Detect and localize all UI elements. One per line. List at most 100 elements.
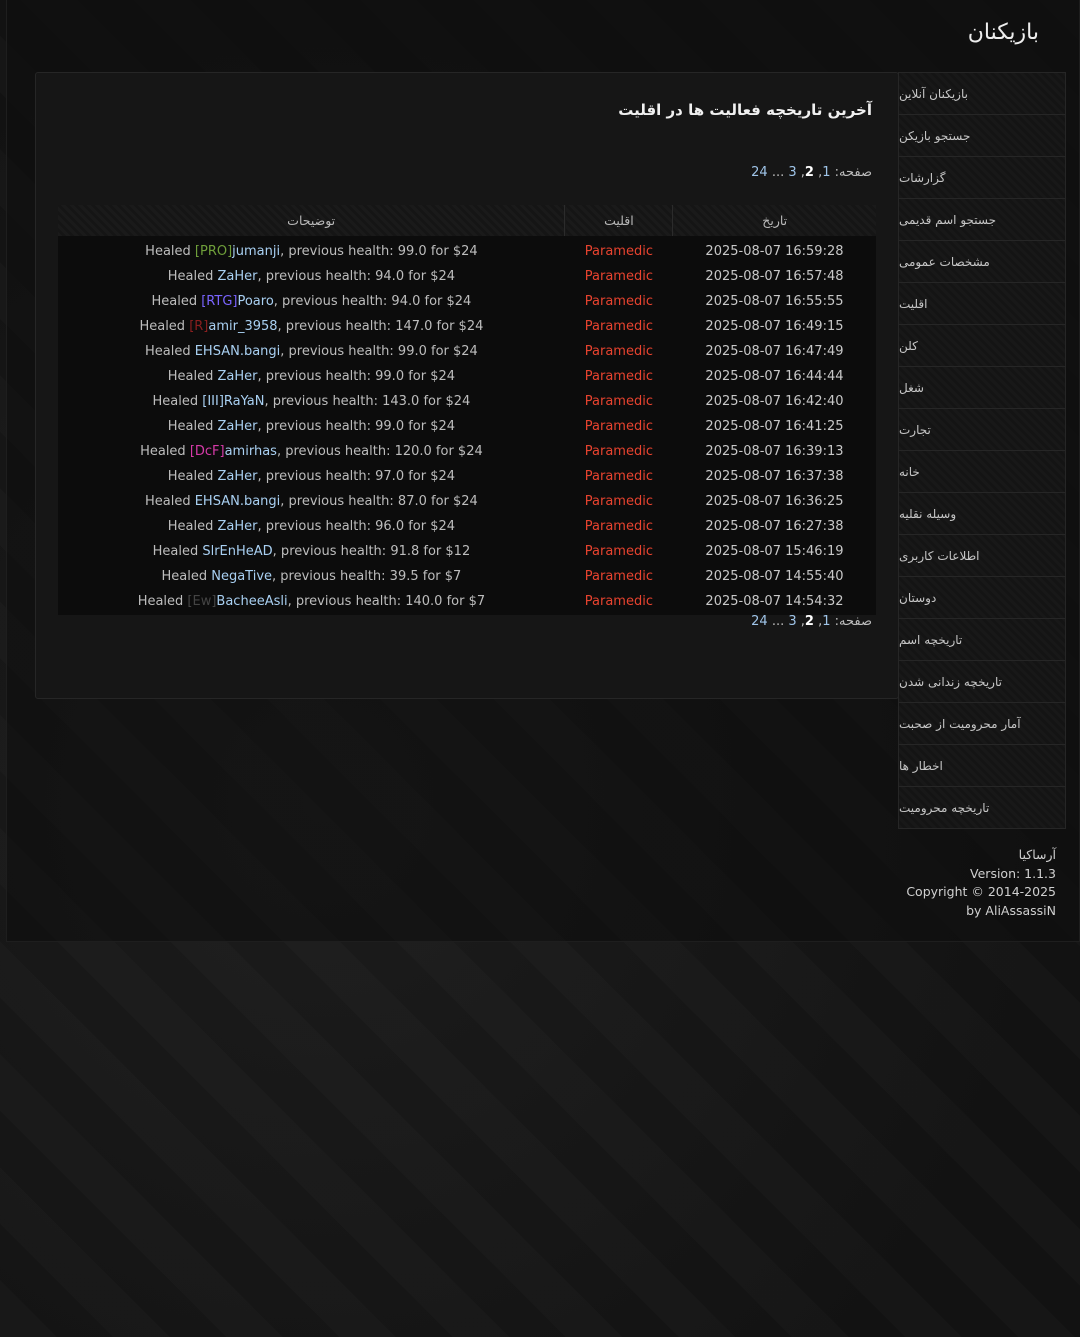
sidebar-item-13[interactable]: دوستان [899,577,1065,619]
row-description: Healed ZaHer, previous health: 94.0 for … [58,264,565,289]
description-prefix: Healed [137,594,188,609]
description-prefix: Healed [161,569,212,584]
player-name-link[interactable]: amir_3958 [208,319,277,334]
row-date: 2025-08-07 16:44:44 [705,369,844,384]
player-name-link[interactable]: ZaHer [218,369,258,384]
sidebar-item-11[interactable]: وسیله نقلیه [899,493,1065,535]
description-prefix: Healed [139,319,190,334]
row-date: 2025-08-07 16:27:38 [705,519,844,534]
row-description: Healed [PRO]jumanji, previous health: 99… [58,236,565,264]
sidebar-item-7[interactable]: کلن [899,325,1065,367]
player-name-link[interactable]: EHSAN.bangi [195,344,281,359]
sidebar-item-17[interactable]: اخطار ها [899,745,1065,787]
row-faction: Paramedic [584,519,653,534]
player-name-link[interactable]: EHSAN.bangi [195,494,281,509]
page-link-24[interactable]: 24 [751,614,768,629]
row-faction: Paramedic [584,294,653,309]
row-description: Healed ZaHer, previous health: 97.0 for … [58,464,565,489]
row-description: Healed EHSAN.bangi, previous health: 87.… [58,489,565,514]
row-date: 2025-08-07 16:55:55 [705,294,844,309]
sidebar-item-5[interactable]: مشخصات عمومی [899,241,1065,283]
row-description: Healed ZaHer, previous health: 99.0 for … [58,364,565,389]
player-tag: [R] [189,319,209,334]
player-tag: [DcF] [189,444,225,459]
page-link-24[interactable]: 24 [751,165,768,180]
description-rest: , previous health: 99.0 for $24 [280,344,478,359]
description-prefix: Healed [167,519,218,534]
header-description: توضیحات [58,205,566,236]
row-description: Healed [R]amir_3958, previous health: 14… [58,314,565,339]
player-tag: [Ew] [187,594,217,609]
description-rest: , previous health: 143.0 for $24 [264,394,471,409]
player-name-link[interactable]: ZaHer [218,269,258,284]
table-row: Healed ZaHer, previous health: 97.0 for … [58,464,876,489]
sidebar-item-1[interactable]: بازیکنان آنلاین [899,73,1065,115]
site-title: بازیکنان [967,20,1039,45]
row-faction: Paramedic [584,344,653,359]
player-tag: [RTG] [201,294,238,309]
row-date: 2025-08-07 16:57:48 [705,269,844,284]
row-description: Healed [III]RaYaN, previous health: 143.… [58,389,565,414]
page-link-1[interactable]: 1 [822,614,830,629]
player-name-link[interactable]: ZaHer [218,469,258,484]
player-name-link[interactable]: Poaro [237,294,273,309]
player-name-link[interactable]: NegaTive [211,569,272,584]
row-faction: Paramedic [584,544,653,559]
table-row: Healed EHSAN.bangi, previous health: 99.… [58,339,876,364]
panel-heading: آخرین تاریخچه فعالیت ها در اقلیت [618,101,872,119]
table-row: Healed ZaHer, previous health: 96.0 for … [58,514,876,539]
page-link-3[interactable]: 3 [788,614,796,629]
player-name-link[interactable]: ZaHer [218,519,258,534]
page-current-2: 2 [804,614,814,629]
row-date: 2025-08-07 16:37:38 [705,469,844,484]
description-prefix: Healed [144,494,195,509]
row-faction: Paramedic [584,444,653,459]
sidebar-item-10[interactable]: خانه [899,451,1065,493]
description-prefix: Healed [144,344,195,359]
row-faction: Paramedic [584,369,653,384]
pagination-top: صفحه: 1, 2, 3 ... 24 [751,165,872,180]
row-description: Healed [DcF]amirhas, previous health: 12… [58,439,565,464]
player-name-link[interactable]: amirhas [225,444,277,459]
sidebar-item-9[interactable]: تجارت [899,409,1065,451]
player-name-link[interactable]: ZaHer [218,419,258,434]
table-row: Healed NegaTive, previous health: 39.5 f… [58,564,876,589]
activity-table: توضیحات اقلیت تاریخ Healed [PRO]jumanji,… [58,205,876,615]
player-name-link[interactable]: jumanji [232,244,280,259]
sidebar-item-3[interactable]: گزارشات [899,157,1065,199]
sidebar-item-4[interactable]: جستجو اسم قدیمی [899,199,1065,241]
row-date: 2025-08-07 16:41:25 [705,419,844,434]
table-row: Healed ZaHer, previous health: 94.0 for … [58,264,876,289]
row-faction: Paramedic [584,594,653,609]
activity-panel: آخرین تاریخچه فعالیت ها در اقلیت صفحه: 1… [35,72,899,699]
sidebar-item-12[interactable]: اطلاعات کاربری [899,535,1065,577]
page-link-3[interactable]: 3 [788,165,796,180]
row-description: Healed ZaHer, previous health: 96.0 for … [58,514,565,539]
description-rest: , previous health: 39.5 for $7 [272,569,462,584]
description-rest: , previous health: 91.8 for $12 [272,544,471,559]
player-name-link[interactable]: BacheeAsli [216,594,287,609]
description-prefix: Healed [152,394,203,409]
row-date: 2025-08-07 16:59:28 [705,244,844,259]
description-prefix: Healed [167,369,218,384]
sidebar-item-2[interactable]: جستجو بازیکن [899,115,1065,157]
row-date: 2025-08-07 16:42:40 [705,394,844,409]
table-row: Healed EHSAN.bangi, previous health: 87.… [58,489,876,514]
sidebar-item-18[interactable]: تاریخچه محرومیت [899,787,1065,828]
table-row: Healed ZaHer, previous health: 99.0 for … [58,364,876,389]
row-faction: Paramedic [584,494,653,509]
row-description: Healed EHSAN.bangi, previous health: 99.… [58,339,565,364]
sidebar-item-8[interactable]: شغل [899,367,1065,409]
sidebar-item-15[interactable]: تاریخچه زندانی شدن [899,661,1065,703]
sidebar-item-14[interactable]: تاریخچه اسم [899,619,1065,661]
page-link-1[interactable]: 1 [822,165,830,180]
sidebar-item-16[interactable]: آمار محرومیت از صحبت [899,703,1065,745]
player-name-link[interactable]: SlrEnHeAD [202,544,272,559]
footer-version: Version: 1.1.3 [970,865,1056,881]
row-date: 2025-08-07 14:55:40 [705,569,844,584]
header-faction: اقلیت [564,205,674,236]
player-name-link[interactable]: [III]RaYaN [202,394,264,409]
row-date: 2025-08-07 16:49:15 [705,319,844,334]
sidebar-item-6[interactable]: اقلیت [899,283,1065,325]
table-row: Healed [DcF]amirhas, previous health: 12… [58,439,876,464]
